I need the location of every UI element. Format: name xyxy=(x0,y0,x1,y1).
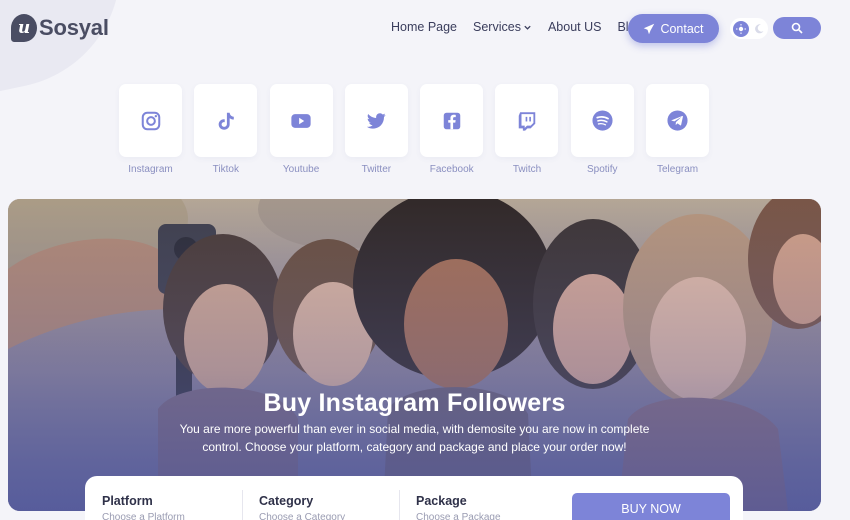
platform-label: Tiktok xyxy=(212,164,239,175)
platform-telegram[interactable]: Telegram xyxy=(646,84,710,175)
platform-label: Youtube xyxy=(282,164,320,175)
hero-banner: Buy Instagram Followers You are more pow… xyxy=(8,199,821,511)
paper-plane-icon xyxy=(644,23,655,34)
buy-now-button[interactable]: BUY NOW xyxy=(572,493,730,520)
field-label: Package xyxy=(416,494,467,508)
nav-item-label: Services xyxy=(473,20,521,34)
nav-item-home[interactable]: Home Page xyxy=(391,20,457,34)
platform-card xyxy=(344,84,408,157)
nav-item-label: About US xyxy=(547,20,602,34)
platform-label: Instagram xyxy=(128,164,173,175)
platform-card xyxy=(646,84,710,157)
hero-subtitle: You are more powerful than ever in socia… xyxy=(179,422,650,454)
field-label: Category xyxy=(259,494,314,508)
platform-twitter[interactable]: Twitter xyxy=(344,84,408,175)
category-select[interactable]: Category Choose a Category xyxy=(242,476,399,520)
nav-item-about[interactable]: About US xyxy=(548,20,602,34)
search-button[interactable] xyxy=(773,17,821,39)
platform-label: Spotify xyxy=(586,164,618,175)
main-nav: Home Page Services About US Blog xyxy=(391,20,659,34)
contact-label: Contact xyxy=(660,21,704,36)
contact-button[interactable]: Contact xyxy=(628,14,719,43)
field-label: Platform xyxy=(102,494,153,508)
platform-select[interactable]: Platform Choose a Platform xyxy=(85,476,242,520)
hero-overlay xyxy=(8,199,821,511)
platform-label: Twitter xyxy=(361,164,392,175)
platform-card xyxy=(495,84,559,157)
platform-label: Facebook xyxy=(429,164,474,175)
hero-title: Buy Instagram Followers xyxy=(263,389,566,417)
brand-name: Sosyal xyxy=(39,15,109,40)
nav-item-services[interactable]: Services xyxy=(473,20,532,34)
twitch-icon xyxy=(518,111,536,131)
site-header: u Sosyal Home Page Services About US Blo… xyxy=(0,0,850,60)
platform-youtube[interactable]: Youtube xyxy=(269,84,333,175)
moon-icon xyxy=(755,23,764,33)
brand-logo[interactable]: u Sosyal xyxy=(11,14,109,42)
telegram-icon xyxy=(667,110,688,131)
platform-card xyxy=(570,84,634,157)
platform-list: Instagram Tiktok Youtube Twitter Faceboo… xyxy=(119,84,721,175)
platform-card xyxy=(194,84,258,157)
platform-card xyxy=(119,84,182,157)
theme-toggle[interactable] xyxy=(730,18,768,39)
platform-spotify[interactable]: Spotify xyxy=(570,84,634,175)
platform-label: Telegram xyxy=(657,164,699,175)
youtube-icon xyxy=(291,113,311,128)
package-select[interactable]: Package Choose a Package xyxy=(399,476,556,520)
platform-twitch[interactable]: Twitch xyxy=(495,84,559,175)
search-icon xyxy=(791,22,803,34)
field-placeholder: Choose a Package xyxy=(416,512,501,520)
field-placeholder: Choose a Category xyxy=(259,512,346,520)
tiktok-icon xyxy=(218,112,234,130)
platform-card xyxy=(269,84,333,157)
sun-icon xyxy=(733,20,749,37)
platform-card xyxy=(420,84,484,157)
platform-label: Twitch xyxy=(512,164,542,175)
platform-tiktok[interactable]: Tiktok xyxy=(194,84,258,175)
spotify-icon xyxy=(592,110,613,131)
logo-mark: u xyxy=(11,14,37,42)
instagram-icon xyxy=(141,111,160,130)
platform-instagram[interactable]: Instagram xyxy=(119,84,182,175)
nav-item-label: Home Page xyxy=(391,20,458,34)
platform-facebook[interactable]: Facebook xyxy=(420,84,484,175)
chevron-down-icon xyxy=(524,25,531,30)
twitter-icon xyxy=(367,112,387,129)
facebook-icon xyxy=(443,112,460,129)
field-placeholder: Choose a Platform xyxy=(102,512,185,520)
